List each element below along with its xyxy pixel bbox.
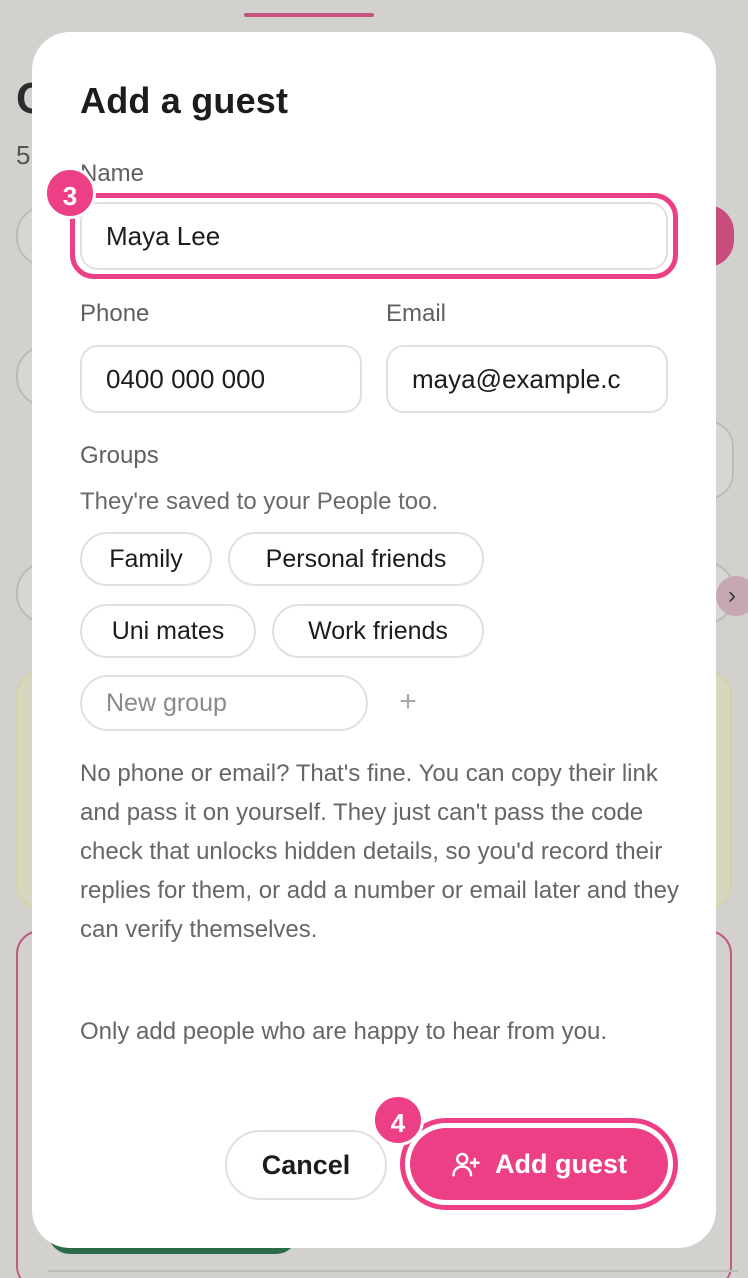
background-subtext: 5 bbox=[16, 140, 31, 170]
modal-title: Add a guest bbox=[80, 80, 289, 121]
user-plus-icon bbox=[452, 1152, 480, 1177]
add-guest-button[interactable]: Add guest bbox=[410, 1128, 668, 1200]
chevron-right-icon: › bbox=[716, 576, 748, 616]
groups-label: Groups bbox=[80, 442, 159, 469]
add-guest-label: Add guest bbox=[495, 1148, 627, 1179]
info-paragraph: No phone or email? That's fine. You can … bbox=[80, 760, 679, 943]
group-chip-uni-mates[interactable]: Uni mates bbox=[80, 604, 256, 658]
cancel-button[interactable]: Cancel bbox=[225, 1130, 387, 1200]
add-group-button[interactable]: + bbox=[390, 684, 426, 720]
step-4-badge: 4 bbox=[372, 1094, 424, 1146]
group-chip-work-friends[interactable]: Work friends bbox=[272, 604, 484, 658]
step-3-badge: 3 bbox=[44, 167, 96, 219]
group-chip-personal-friends[interactable]: Personal friends bbox=[228, 532, 484, 586]
email-label: Email bbox=[386, 300, 447, 327]
consent-paragraph: Only add people who are happy to hear fr… bbox=[80, 1018, 607, 1045]
group-chip-family[interactable]: Family bbox=[80, 532, 212, 586]
email-input[interactable]: maya@example.c bbox=[386, 345, 668, 413]
background-divider bbox=[48, 1270, 738, 1272]
phone-label: Phone bbox=[80, 300, 150, 327]
groups-hint: They're saved to your People too. bbox=[80, 488, 439, 515]
phone-input[interactable]: 0400 000 000 bbox=[80, 345, 362, 413]
name-input[interactable]: Maya Lee bbox=[80, 202, 668, 270]
new-group-input[interactable]: New group bbox=[80, 675, 368, 731]
active-tab-indicator bbox=[244, 13, 374, 17]
add-guest-modal: Add a guest Name Maya Lee 3 Phone 0400 0… bbox=[32, 32, 716, 1248]
